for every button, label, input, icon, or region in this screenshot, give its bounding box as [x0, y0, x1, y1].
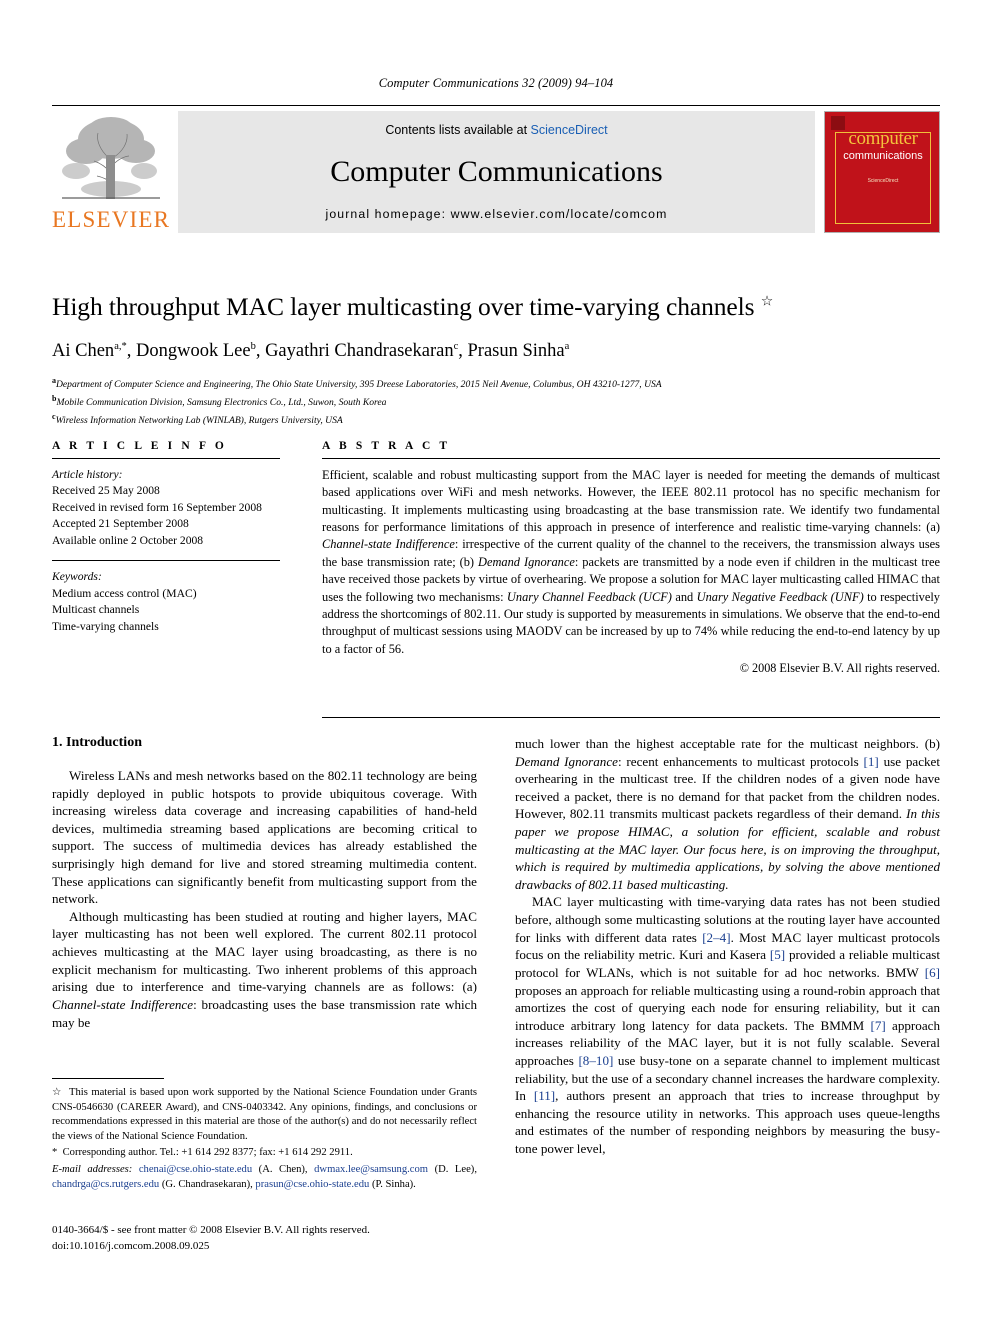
abstract-bottom-rule [322, 717, 940, 718]
affiliation-text-b: Mobile Communication Division, Samsung E… [56, 396, 387, 408]
history-item-3: Available online 2 October 2008 [52, 533, 204, 547]
footnote-rule [52, 1078, 164, 1079]
body-column-left: 1. Introduction Wireless LANs and mesh n… [52, 735, 477, 1190]
elsevier-logo: ELSEVIER [52, 111, 170, 233]
article-history-group: Article history: Received 25 May 2008 Re… [52, 467, 280, 549]
abstract-copyright: © 2008 Elsevier B.V. All rights reserved… [739, 660, 940, 675]
journal-homepage[interactable]: journal homepage: www.elsevier.com/locat… [178, 207, 815, 221]
affiliation-text-a: Department of Computer Science and Engin… [56, 378, 662, 390]
body-column-right: much lower than the highest acceptable r… [515, 735, 940, 1158]
journal-title: Computer Communications [330, 155, 663, 188]
article-info-heading: A R T I C L E I N F O [52, 440, 227, 452]
elsevier-wordmark: ELSEVIER [52, 207, 171, 232]
paragraph-left-0: Wireless LANs and mesh networks based on… [52, 768, 477, 907]
affiliation-c: cWireless Information Networking Lab (WI… [52, 411, 940, 429]
elsevier-tree-icon [56, 111, 166, 203]
keyword-1: Multicast channels [52, 603, 140, 617]
sciencedirect-link[interactable]: ScienceDirect [531, 123, 608, 137]
footer-issn-line: 0140-3664/$ - see front matter © 2008 El… [52, 1224, 370, 1236]
section-heading-introduction: 1. Introduction [52, 735, 142, 750]
cover-sciencedirect-label: ScienceDirect [867, 178, 899, 184]
masthead-top-rule [52, 105, 940, 106]
article-info-rule [52, 458, 280, 459]
article-first-page: Computer Communications 32 (2009) 94–104 [0, 0, 992, 1323]
journal-band: Contents lists available at ScienceDirec… [178, 111, 815, 233]
affiliation-text-c: Wireless Information Networking Lab (WIN… [55, 415, 343, 427]
paper-title-text: High throughput MAC layer multicasting o… [52, 292, 755, 321]
keyword-0: Medium access control (MAC) [52, 586, 197, 600]
abstract-body: Efficient, scalable and robust multicast… [322, 468, 941, 656]
paper-title: High throughput MAC layer multicasting o… [52, 292, 940, 323]
abstract-heading: A B S T R A C T [322, 440, 451, 452]
keywords-rule [52, 560, 280, 562]
footnote-block: ☆ This material is based upon work suppo… [52, 1078, 477, 1192]
paragraph-right-0: much lower than the highest acceptable r… [515, 736, 941, 892]
footnote-funding: ☆ This material is based upon work suppo… [52, 1087, 478, 1142]
abstract-rule [322, 458, 940, 459]
keywords-label: Keywords: [52, 570, 102, 584]
journal-masthead: ELSEVIER Contents lists available at Sci… [52, 105, 940, 233]
article-info-column: A R T I C L E I N F O Article history: R… [52, 440, 280, 635]
body-columns: 1. Introduction Wireless LANs and mesh n… [52, 735, 940, 1245]
paragraph-left-1: Although multicasting has been studied a… [52, 908, 477, 1030]
keyword-2: Time-varying channels [52, 619, 159, 633]
keywords-group: Keywords: Medium access control (MAC) Mu… [52, 569, 280, 635]
paragraph-right-1: MAC layer multicasting with time-varying… [515, 894, 941, 1157]
affiliation-a: aDepartment of Computer Science and Engi… [52, 375, 940, 393]
running-head: Computer Communications 32 (2009) 94–104 [378, 76, 614, 90]
title-block: High throughput MAC layer multicasting o… [52, 292, 940, 429]
contents-prefix: Contents lists available at [385, 123, 531, 137]
article-history-label: Article history: [52, 468, 123, 481]
author-list: Ai Chena,*, Dongwook Leeb, Gayathri Chan… [52, 340, 570, 361]
history-item-2: Accepted 21 September 2008 [52, 517, 189, 531]
footnote-emails[interactable]: E-mail addresses: chenai@cse.ohio-state.… [52, 1163, 477, 1192]
footnote-corresponding-author: * Corresponding author. Tel.: +1 614 292… [52, 1147, 353, 1159]
affiliation-list: aDepartment of Computer Science and Engi… [52, 375, 940, 429]
contents-available-line: Contents lists available at ScienceDirec… [178, 123, 815, 137]
affiliation-b: bMobile Communication Division, Samsung … [52, 393, 940, 411]
journal-cover-thumbnail: computer communications ScienceDirect [824, 111, 940, 233]
history-item-0: Received 25 May 2008 [52, 484, 160, 498]
footer-doi-line[interactable]: doi:10.1016/j.comcom.2008.09.025 [52, 1238, 940, 1254]
abstract-column: A B S T R A C T Efficient, scalable and … [322, 440, 940, 676]
title-footnote-marker[interactable]: ☆ [761, 295, 774, 310]
history-item-1: Received in revised form 16 September 20… [52, 500, 262, 514]
page-footer: 0140-3664/$ - see front matter © 2008 El… [52, 1222, 940, 1254]
